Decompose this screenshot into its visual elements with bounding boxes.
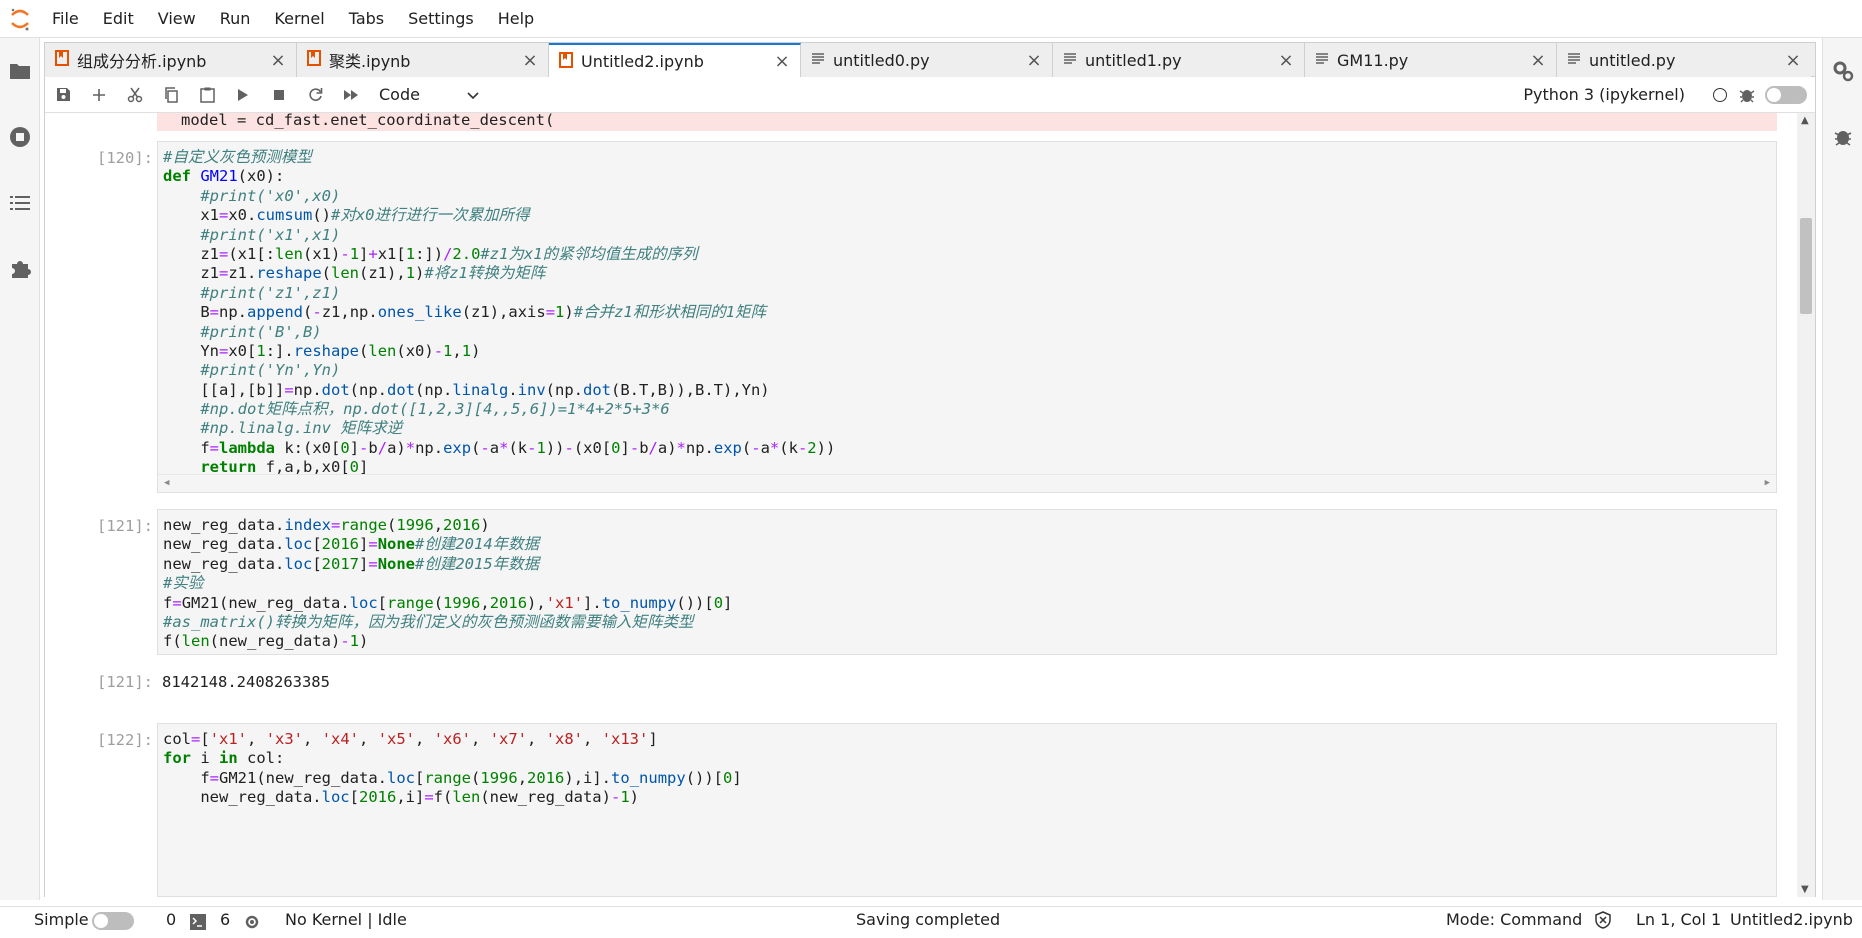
output-prompt: [121]: <box>97 673 153 691</box>
save-status: Saving completed <box>856 910 1001 929</box>
scroll-right-icon[interactable]: ▶ <box>1765 478 1770 488</box>
left-sidebar <box>0 38 40 900</box>
jupyter-logo-icon <box>0 0 40 38</box>
kernel-count[interactable]: 6 <box>220 907 230 933</box>
tab-label: untitled.py <box>1589 50 1676 70</box>
kernel-gear-icon[interactable] <box>244 912 260 938</box>
tab-label: Untitled2.ipynb <box>581 52 704 71</box>
tab-label: GM11.py <box>1337 50 1409 70</box>
stop-icon[interactable] <box>261 77 297 113</box>
chevron-down-icon <box>467 85 479 104</box>
menu-file[interactable]: File <box>40 0 91 38</box>
horizontal-scrollbar[interactable]: ◀ ▶ <box>158 474 1776 492</box>
error-output-line: model = cd_fast.enet_coordinate_descent( <box>157 113 1777 131</box>
run-icon[interactable] <box>225 77 261 113</box>
close-icon[interactable]: × <box>266 50 290 71</box>
copy-icon[interactable] <box>153 77 189 113</box>
input-prompt: [122]: <box>97 731 153 749</box>
code-cell: [120]: #自定义灰色预测模型 def GM21(x0): #print('… <box>45 141 1790 493</box>
menu-tabs[interactable]: Tabs <box>337 0 396 38</box>
simple-mode-label: Simple <box>34 910 89 929</box>
mode-indicator[interactable]: Mode: Command <box>1446 907 1582 933</box>
tab-label: untitled0.py <box>833 50 930 70</box>
tab-file-4[interactable]: untitled.py × <box>1557 43 1811 77</box>
extensions-puzzle-icon[interactable] <box>0 236 40 302</box>
tab-bar: 组成分分析.ipynb × 聚类.ipynb × Untitled2.ipynb… <box>45 43 1815 78</box>
menu-kernel[interactable]: Kernel <box>262 0 336 38</box>
input-prompt: [120]: <box>97 149 153 167</box>
folder-icon[interactable] <box>0 38 40 104</box>
tab-label: untitled1.py <box>1085 50 1182 70</box>
kernel-status-circle-icon <box>1713 88 1727 102</box>
code-editor[interactable]: col=['x1', 'x3', 'x4', 'x5', 'x6', 'x7',… <box>157 723 1777 897</box>
debugger-bug-icon[interactable] <box>1823 104 1862 170</box>
menu-help[interactable]: Help <box>486 0 546 38</box>
menu-view[interactable]: View <box>146 0 208 38</box>
terminal-icon[interactable] <box>190 912 206 938</box>
code-editor[interactable]: #自定义灰色预测模型 def GM21(x0): #print('x0',x0)… <box>157 141 1777 493</box>
cut-icon[interactable] <box>117 77 153 113</box>
kernel-status[interactable]: No Kernel | Idle <box>285 907 407 933</box>
close-icon[interactable]: × <box>1526 50 1550 71</box>
scroll-up-icon[interactable]: ▲ <box>1801 115 1809 126</box>
tab-notebook-1[interactable]: 组成分分析.ipynb × <box>45 43 297 77</box>
simple-mode-toggle[interactable] <box>92 912 134 930</box>
add-cell-icon[interactable] <box>81 77 117 113</box>
current-filename: Untitled2.ipynb <box>1730 910 1853 929</box>
notebook-scrollbar[interactable]: ▲ ▼ <box>1797 113 1815 897</box>
scroll-left-icon[interactable]: ◀ <box>164 478 169 488</box>
close-icon[interactable]: × <box>1274 50 1298 71</box>
kernel-name[interactable]: Python 3 (ipykernel) <box>1523 77 1685 113</box>
property-inspector-gears-icon[interactable] <box>1823 38 1862 104</box>
notebook-icon <box>559 51 573 72</box>
code-cell: [122]: col=['x1', 'x3', 'x4', 'x5', 'x6'… <box>45 723 1790 897</box>
output-value: 8142148.2408263385 <box>162 673 330 691</box>
code-cell: [121]: new_reg_data.index=range(1996,201… <box>45 509 1790 657</box>
notebook-icon <box>307 50 321 70</box>
scrollbar-thumb[interactable] <box>1800 218 1812 314</box>
menu-run[interactable]: Run <box>208 0 263 38</box>
cell-type-select[interactable]: Code <box>379 85 479 104</box>
code-editor[interactable]: new_reg_data.index=range(1996,2016) new_… <box>157 509 1777 655</box>
file-icon <box>1315 51 1329 70</box>
tab-file-1[interactable]: untitled0.py × <box>801 43 1053 77</box>
file-icon <box>1063 51 1077 70</box>
input-prompt: [121]: <box>97 517 153 535</box>
debugger-toggle[interactable] <box>1765 86 1807 104</box>
close-icon[interactable]: × <box>1781 50 1805 71</box>
menu-edit[interactable]: Edit <box>91 0 146 38</box>
tab-label: 聚类.ipynb <box>329 52 411 71</box>
fast-forward-icon[interactable] <box>333 77 369 113</box>
file-icon <box>811 51 825 70</box>
tab-label: 组成分分析.ipynb <box>77 52 207 71</box>
cursor-position[interactable]: Ln 1, Col 1 <box>1636 907 1721 933</box>
menu-settings[interactable]: Settings <box>396 0 486 38</box>
notebook-panel: model = cd_fast.enet_coordinate_descent(… <box>45 113 1815 897</box>
notebook-icon <box>55 50 69 70</box>
paste-icon[interactable] <box>189 77 225 113</box>
notebook-toolbar: Code Python 3 (ipykernel) <box>45 77 1815 113</box>
tab-file-2[interactable]: untitled1.py × <box>1053 43 1305 77</box>
close-icon[interactable]: × <box>770 51 794 72</box>
restart-icon[interactable] <box>297 77 333 113</box>
status-bar: Simple 0 6 No Kernel | Idle Saving compl… <box>0 906 1862 932</box>
scroll-down-icon[interactable]: ▼ <box>1801 884 1809 895</box>
save-icon[interactable] <box>45 77 81 113</box>
output-area: [121]: 8142148.2408263385 <box>45 665 1790 695</box>
file-icon <box>1567 51 1581 70</box>
tab-notebook-2[interactable]: 聚类.ipynb × <box>297 43 549 77</box>
cell-type-value: Code <box>379 85 420 104</box>
shield-icon[interactable] <box>1594 911 1612 937</box>
right-sidebar <box>1822 38 1862 900</box>
table-of-contents-icon[interactable] <box>0 170 40 236</box>
main-dock-panel: 组成分分析.ipynb × 聚类.ipynb × Untitled2.ipynb… <box>44 42 1816 897</box>
terminal-count[interactable]: 0 <box>166 907 176 933</box>
tab-notebook-active[interactable]: Untitled2.ipynb × <box>549 43 801 78</box>
bug-icon[interactable] <box>1739 86 1755 108</box>
running-stop-icon[interactable] <box>0 104 40 170</box>
close-icon[interactable]: × <box>518 50 542 71</box>
menubar: File Edit View Run Kernel Tabs Settings … <box>0 0 1862 38</box>
tab-file-3[interactable]: GM11.py × <box>1305 43 1557 77</box>
close-icon[interactable]: × <box>1022 50 1046 71</box>
